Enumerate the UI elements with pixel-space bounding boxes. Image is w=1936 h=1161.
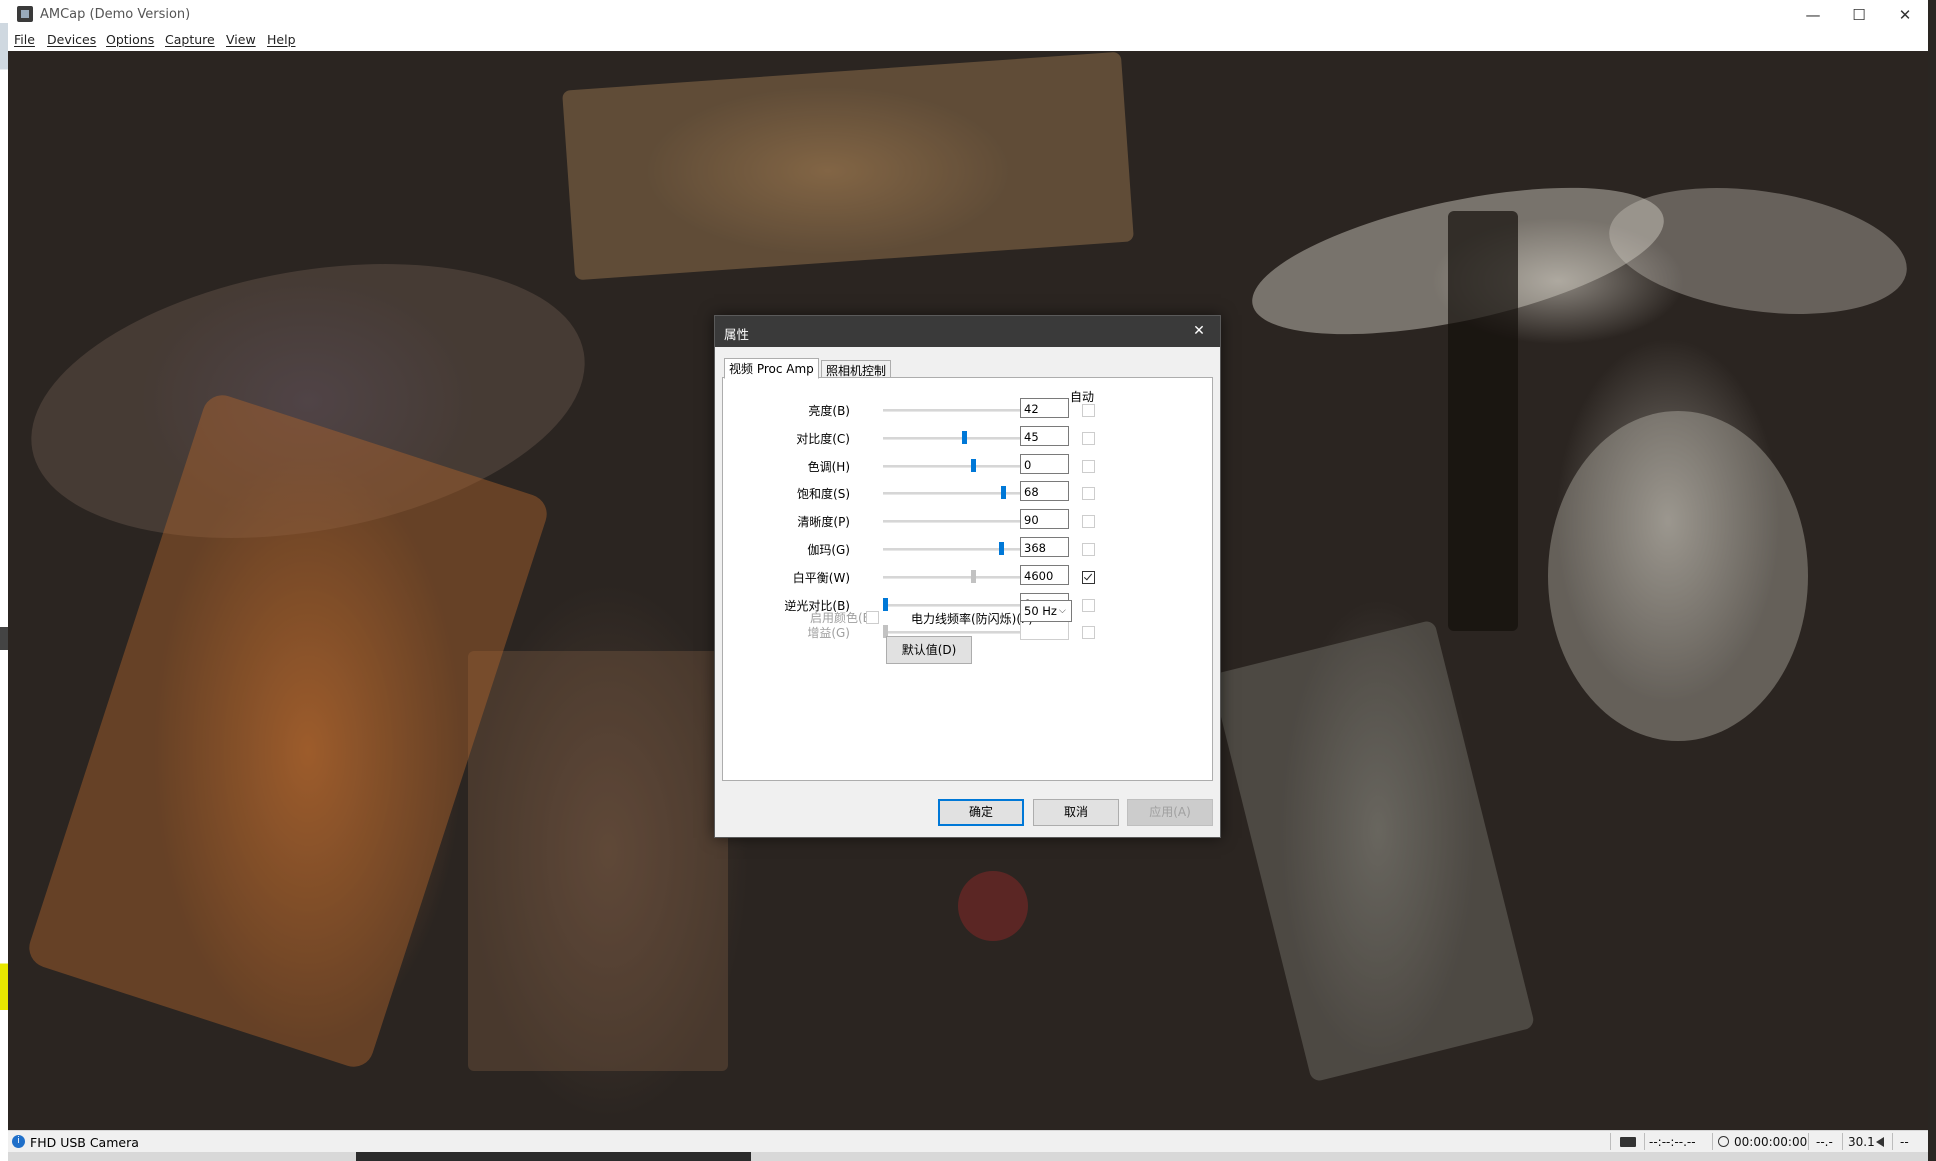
powerline-frequency-value: 50 Hz [1024,604,1057,618]
property-label: 亮度(B) [808,404,850,418]
property-label: 伽玛(G) [807,543,850,557]
keyboard-icon [1620,1137,1636,1147]
menu-devices[interactable]: Devices [47,32,96,47]
status-separator [1644,1133,1645,1150]
status-bar: i FHD USB Camera --:--:--.-- 00:00:00:00… [8,1130,1928,1153]
auto-checkbox[interactable] [1082,599,1095,612]
auto-checkbox[interactable] [1082,515,1095,528]
chevron-down-icon: ⌵ [1059,606,1066,616]
property-value-input[interactable]: 368 [1020,537,1069,557]
property-value-input[interactable]: 42 [1020,398,1069,418]
property-value-input[interactable]: 90 [1020,509,1069,529]
menu-help[interactable]: Help [267,32,296,47]
auto-checkbox[interactable] [1082,460,1095,473]
clock-icon [1718,1136,1729,1147]
apply-button[interactable]: 应用(A) [1127,799,1213,826]
property-label: 白平衡(W) [792,571,850,585]
frame-rate: 30.1 [1848,1135,1875,1149]
slider-thumb[interactable] [999,542,1004,555]
menu-capture[interactable]: Capture [165,32,215,47]
property-value-input[interactable]: 45 [1020,426,1069,446]
auto-checkbox[interactable] [1082,487,1095,500]
background-window-edge [0,0,8,1161]
cancel-button[interactable]: 取消 [1033,799,1119,826]
properties-dialog: 属性 ✕ 视频 Proc Amp 照相机控制 自动 亮度(B) 42 对比度(C) 4… [714,315,1221,838]
dialog-title-bar[interactable]: 属性 ✕ [715,316,1220,347]
dropped-frames: --:--:--.-- [1649,1135,1696,1149]
background-taskbar-strip [8,1152,1928,1161]
menu-bar: File Devices Options Capture View Help [8,30,1928,50]
property-value-input[interactable]: 68 [1020,481,1069,501]
powerline-frequency-label: 电力线频率(防闪烁)(P) [911,612,1033,626]
status-separator [1808,1133,1809,1150]
property-label: 对比度(C) [796,432,850,446]
status-separator [1892,1133,1893,1150]
ok-button[interactable]: 确定 [938,799,1024,826]
slider-thumb[interactable] [971,570,976,583]
menu-options[interactable]: Options [106,32,154,47]
menu-file[interactable]: File [14,32,35,47]
slider-thumb[interactable] [962,431,967,444]
auto-checkbox[interactable] [1082,626,1095,639]
auto-checkbox[interactable] [1082,571,1095,584]
property-label: 饱和度(S) [797,487,850,501]
minimize-button[interactable]: — [1790,0,1836,30]
speaker-icon [1876,1137,1884,1147]
auto-checkbox[interactable] [1082,543,1095,556]
slider-thumb[interactable] [1001,486,1006,499]
property-value-input[interactable]: 4600 [1020,565,1069,585]
dialog-title: 属性 [724,327,750,342]
status-trailing: -- [1900,1135,1909,1149]
property-value-input[interactable]: 0 [1020,454,1069,474]
status-separator [1712,1133,1713,1150]
slider-thumb[interactable] [971,459,976,472]
info-icon: i [12,1135,25,1148]
fps-placeholder: --.- [1816,1135,1833,1149]
title-bar[interactable]: AMCap (Demo Version) — ☐ ✕ [8,0,1928,30]
maximize-button[interactable]: ☐ [1836,0,1882,30]
dialog-close-button[interactable]: ✕ [1184,320,1214,344]
proc-amp-panel: 自动 亮度(B) 42 对比度(C) 45 色调(H) 0 饱和度(S) 68 清晰度(P) 90… [722,377,1213,781]
status-separator [1842,1133,1843,1150]
window-title: AMCap (Demo Version) [40,7,191,22]
slider-thumb[interactable] [883,598,888,611]
status-separator [1610,1133,1611,1150]
close-window-button[interactable]: ✕ [1882,0,1928,30]
menu-view[interactable]: View [226,32,256,47]
tab-video-proc-amp[interactable]: 视频 Proc Amp [724,358,819,379]
auto-checkbox[interactable] [1082,404,1095,417]
capture-timer: 00:00:00:00 [1734,1135,1808,1149]
default-values-button[interactable]: 默认值(D) [886,636,972,664]
amcap-app-icon [17,6,33,22]
property-label: 色调(H) [807,460,850,474]
auto-column-header: 自动 [1070,390,1095,404]
color-enable-checkbox[interactable] [866,611,879,624]
device-name: FHD USB Camera [30,1135,139,1150]
property-label: 增益(G) [807,626,850,640]
auto-checkbox[interactable] [1082,432,1095,445]
property-label: 清晰度(P) [797,515,850,529]
powerline-frequency-select[interactable]: 50 Hz ⌵ [1020,600,1072,622]
